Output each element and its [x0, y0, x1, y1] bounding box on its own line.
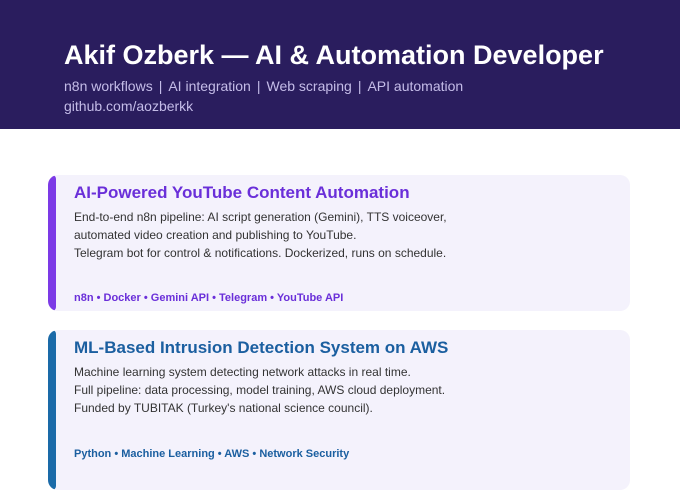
page-title: Akif Ozberk — AI & Automation Developer [64, 40, 604, 70]
description-line: automated video creation and publishing … [74, 228, 357, 242]
project-card-intrusion-detection: ML-Based Intrusion Detection System on A… [48, 330, 630, 490]
description-line: Full pipeline: data processing, model tr… [74, 383, 446, 397]
card-accent-bar [48, 330, 56, 490]
project-title: AI-Powered YouTube Content Automation [74, 183, 410, 202]
tag-ai-integration: AI integration [168, 78, 251, 94]
project-card-youtube-automation: AI-Powered YouTube Content Automation En… [48, 175, 630, 311]
tag-n8n-workflows: n8n workflows [64, 78, 153, 94]
tag-separator: | [158, 78, 163, 94]
description-line: Telegram bot for control & notifications… [74, 246, 447, 260]
tag-web-scraping: Web scraping [266, 78, 352, 94]
description-line: Machine learning system detecting networ… [74, 365, 411, 379]
description-line: End-to-end n8n pipeline: AI script gener… [74, 210, 447, 224]
project-title: ML-Based Intrusion Detection System on A… [74, 338, 449, 357]
project-tech-stack: n8n • Docker • Gemini API • Telegram • Y… [74, 292, 344, 304]
header-tagline: n8n workflows | AI integration | Web scrapin… [64, 77, 680, 95]
tag-separator: | [357, 78, 362, 94]
header-banner: Akif Ozberk — AI & Automation Developer … [0, 0, 680, 129]
project-description: Machine learning system detecting networ… [74, 363, 445, 417]
github-link[interactable]: github.com/aozberkk [64, 97, 680, 115]
project-description: End-to-end n8n pipeline: AI script gener… [74, 208, 447, 262]
description-line: Funded by TUBITAK (Turkey's national sci… [74, 401, 373, 415]
tag-separator: | [256, 78, 261, 94]
tag-api-automation: API automation [367, 78, 464, 94]
card-accent-bar [48, 175, 56, 311]
